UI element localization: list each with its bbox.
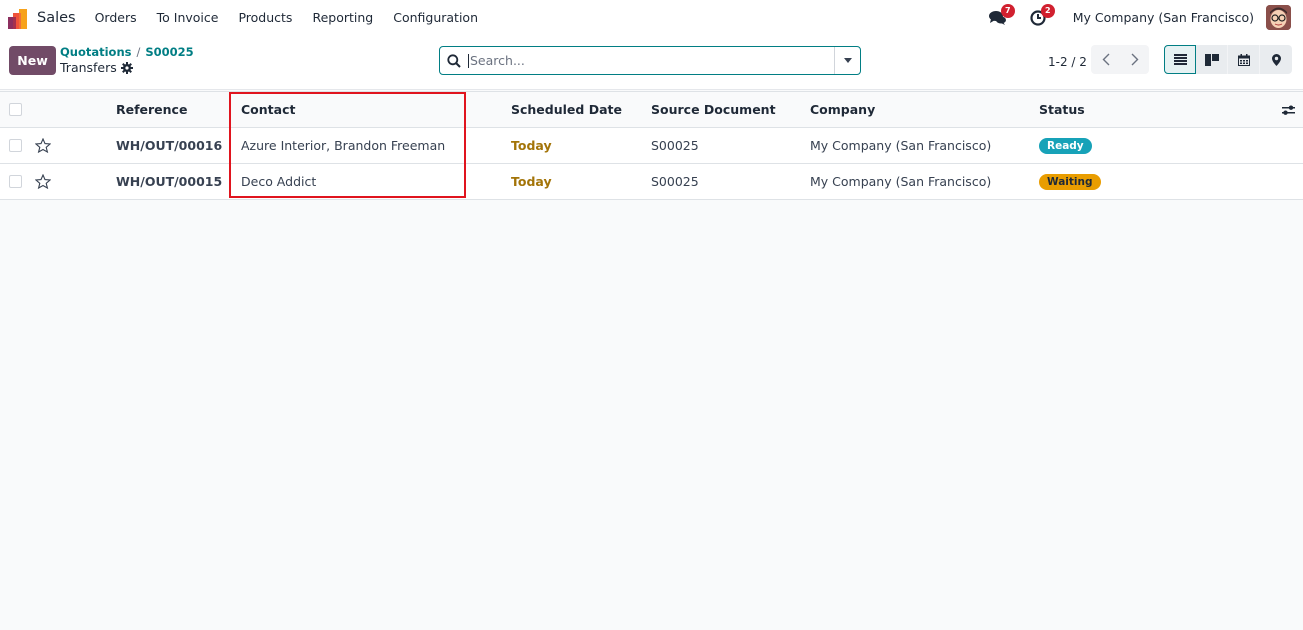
control-panel: New Quotations / S00025 Transfers Search… [0, 35, 1303, 90]
breadcrumb-separator: / [136, 45, 141, 59]
caret-down-icon [843, 58, 852, 63]
star-icon[interactable] [35, 174, 51, 189]
search-bar [439, 46, 861, 75]
column-header-contact[interactable]: Contact [241, 102, 295, 117]
source-document-cell: S00025 [651, 174, 699, 189]
map-view-button[interactable] [1260, 45, 1292, 74]
list-icon [1173, 54, 1187, 65]
column-header-scheduled-date[interactable]: Scheduled Date [511, 102, 622, 117]
pager-next-button[interactable] [1120, 45, 1149, 74]
table-row[interactable]: WH/OUT/00015 Deco Addict Today S00025 My… [0, 164, 1303, 200]
page-title-wrap: Transfers [60, 60, 133, 75]
calendar-icon [1237, 53, 1250, 66]
star-icon[interactable] [35, 138, 51, 153]
search-icon [440, 53, 468, 68]
row-checkbox[interactable] [9, 175, 22, 188]
new-button[interactable]: New [9, 46, 56, 75]
company-switcher[interactable]: My Company (San Francisco) [1073, 10, 1254, 25]
menu-products[interactable]: Products [238, 10, 292, 25]
source-document-cell: S00025 [651, 138, 699, 153]
scheduled-date-cell: Today [511, 138, 552, 153]
menu-to-invoice[interactable]: To Invoice [157, 10, 219, 25]
top-navbar: Sales Orders To Invoice Products Reporti… [0, 0, 1303, 35]
status-badge: Ready [1039, 137, 1092, 154]
messages-count-badge: 7 [1000, 3, 1015, 18]
navbar-systray: 7 2 My Company (San Francisco) [985, 0, 1291, 35]
breadcrumb-order[interactable]: S00025 [145, 45, 193, 59]
search-options-toggle[interactable] [834, 47, 860, 74]
messages-button[interactable]: 7 [985, 3, 1015, 29]
activities-count-badge: 2 [1040, 3, 1055, 18]
app-name[interactable]: Sales [37, 10, 76, 26]
scheduled-date-cell: Today [511, 174, 552, 189]
map-marker-icon [1271, 53, 1281, 66]
company-cell: My Company (San Francisco) [810, 174, 992, 189]
company-cell: My Company (San Francisco) [810, 138, 992, 153]
view-switcher [1164, 45, 1292, 74]
pager-previous-button[interactable] [1091, 45, 1120, 74]
gear-icon[interactable] [120, 61, 133, 74]
kanban-view-button[interactable] [1196, 45, 1228, 74]
table-header: Reference Contact Scheduled Date Source … [0, 91, 1303, 128]
column-header-company[interactable]: Company [810, 102, 875, 117]
breadcrumb-quotations[interactable]: Quotations [60, 45, 132, 59]
contact-cell: Azure Interior, Brandon Freeman [241, 138, 446, 153]
breadcrumb: Quotations / S00025 [60, 45, 194, 59]
activities-button[interactable]: 2 [1025, 3, 1055, 29]
calendar-view-button[interactable] [1228, 45, 1260, 74]
pager-value[interactable]: 1-2 / 2 [1048, 55, 1087, 69]
column-header-reference[interactable]: Reference [116, 102, 187, 117]
select-all-checkbox[interactable] [9, 103, 22, 116]
chevron-right-icon [1131, 53, 1138, 66]
column-header-status[interactable]: Status [1039, 102, 1085, 117]
menu-configuration[interactable]: Configuration [393, 10, 478, 25]
contact-cell: Deco Addict [241, 174, 317, 189]
kanban-icon [1204, 53, 1219, 66]
transfers-list: Reference Contact Scheduled Date Source … [0, 91, 1303, 200]
reference-cell: WH/OUT/00015 [116, 174, 223, 189]
pager-buttons [1091, 45, 1149, 74]
page-title: Transfers [60, 60, 117, 75]
menu-reporting[interactable]: Reporting [312, 10, 373, 25]
chevron-left-icon [1102, 53, 1109, 66]
user-avatar[interactable] [1266, 5, 1291, 30]
reference-cell: WH/OUT/00016 [116, 138, 223, 153]
column-header-source-document[interactable]: Source Document [651, 102, 776, 117]
row-checkbox[interactable] [9, 139, 22, 152]
status-badge: Waiting [1039, 173, 1101, 190]
optional-columns-toggle-icon[interactable] [1282, 104, 1295, 116]
search-input[interactable] [468, 53, 834, 68]
menu-orders[interactable]: Orders [95, 10, 137, 25]
sales-app-logo-icon[interactable] [8, 7, 30, 29]
table-row[interactable]: WH/OUT/00016 Azure Interior, Brandon Fre… [0, 128, 1303, 164]
list-view-button[interactable] [1164, 45, 1196, 74]
